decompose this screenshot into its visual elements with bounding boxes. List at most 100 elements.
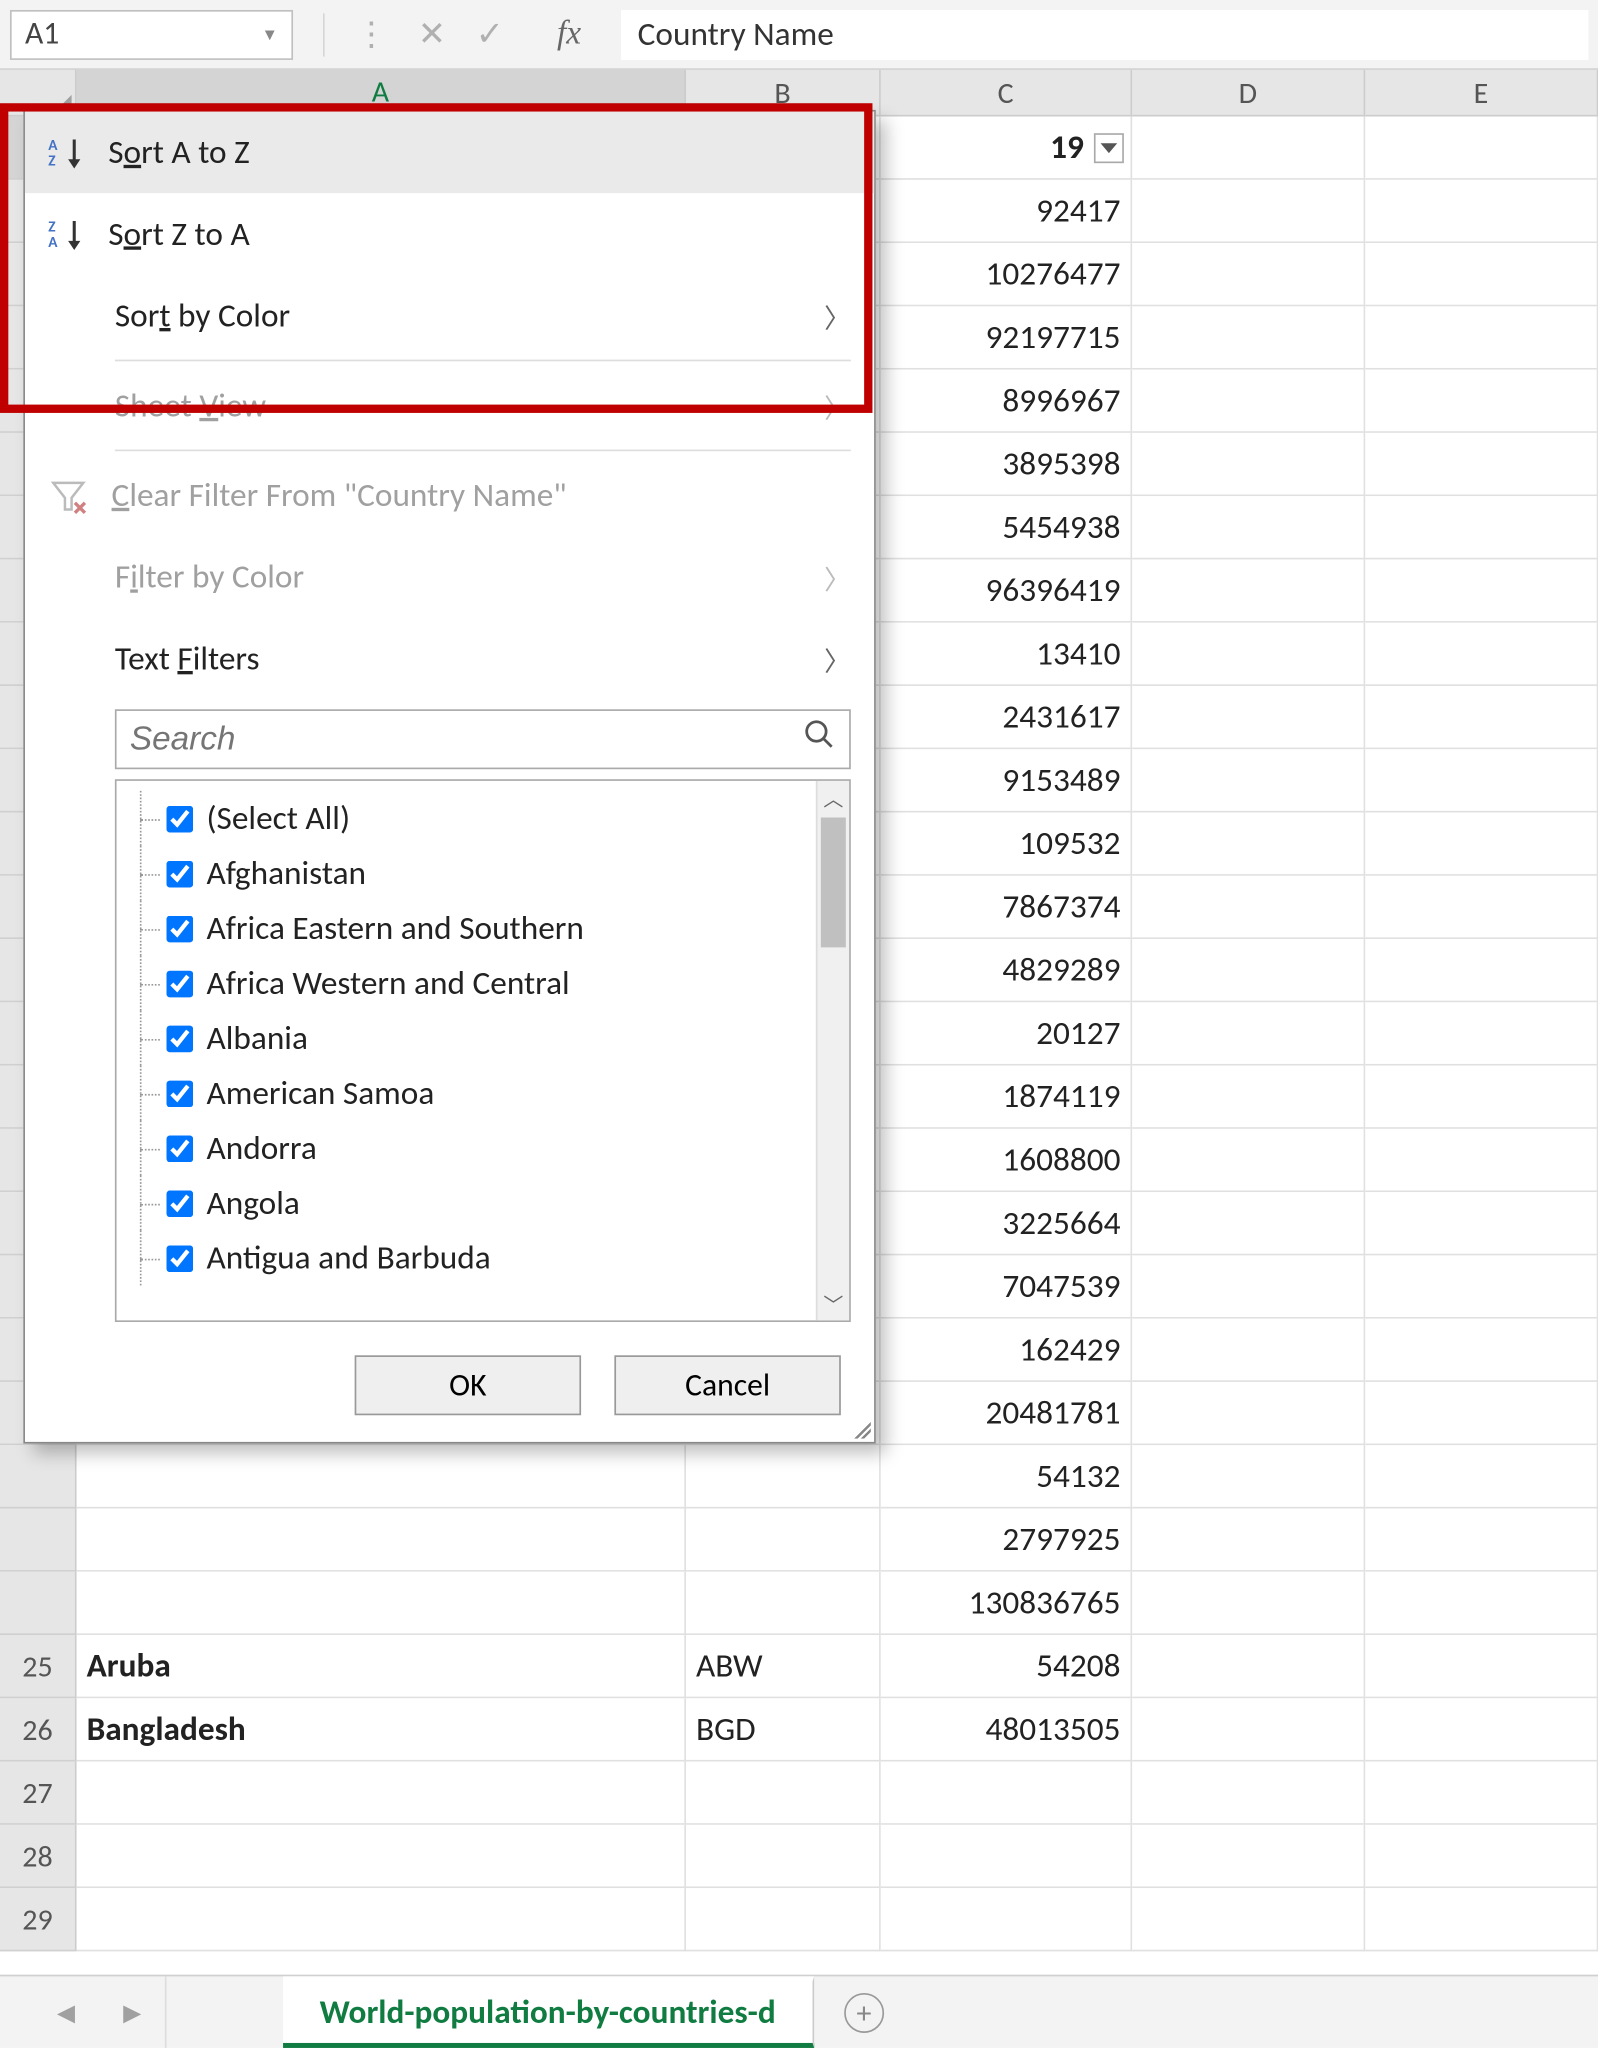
col-header-D[interactable]: D bbox=[1132, 70, 1365, 117]
filter-checkbox[interactable] bbox=[167, 1080, 194, 1107]
cancel-button[interactable]: Cancel bbox=[614, 1355, 840, 1415]
cell[interactable] bbox=[1365, 623, 1598, 686]
cell[interactable] bbox=[1132, 306, 1365, 369]
row-header[interactable] bbox=[0, 1572, 77, 1635]
cell[interactable] bbox=[1365, 1762, 1598, 1825]
cell-country[interactable]: Aruba bbox=[77, 1635, 686, 1698]
cell-country[interactable]: Bangladesh bbox=[77, 1698, 686, 1761]
sheet-nav-next-icon[interactable]: ► bbox=[117, 1994, 147, 2031]
cell[interactable] bbox=[1132, 749, 1365, 812]
cell[interactable] bbox=[1365, 813, 1598, 876]
cell[interactable] bbox=[1132, 686, 1365, 749]
filter-checkbox[interactable] bbox=[167, 805, 194, 832]
cell[interactable] bbox=[1365, 1635, 1598, 1698]
cell[interactable] bbox=[1132, 1572, 1365, 1635]
namebox-dropdown-icon[interactable]: ▼ bbox=[262, 23, 278, 45]
checklist-scrollbar[interactable]: ︿ ﹀ bbox=[816, 781, 849, 1320]
cell-value[interactable]: 48013505 bbox=[881, 1698, 1132, 1761]
cell-value[interactable]: 20127 bbox=[881, 1002, 1132, 1065]
cell[interactable] bbox=[686, 1445, 881, 1508]
cell[interactable] bbox=[1132, 813, 1365, 876]
cell-value[interactable]: 13410 bbox=[881, 623, 1132, 686]
text-filters[interactable]: Text Filters 〉 bbox=[25, 618, 874, 700]
row-header[interactable] bbox=[0, 1508, 77, 1571]
sort-z-to-a[interactable]: Z A Sort Z to A bbox=[25, 193, 874, 275]
sheet-nav-arrows[interactable]: ◄ ► bbox=[0, 1976, 167, 2048]
cell[interactable] bbox=[1132, 1255, 1365, 1318]
filter-checkbox[interactable] bbox=[167, 860, 194, 887]
row-header[interactable] bbox=[0, 1445, 77, 1508]
cell-value[interactable]: 7047539 bbox=[881, 1255, 1132, 1318]
sheet-tab-active[interactable]: World-population-by-countries-d bbox=[283, 1976, 814, 2048]
cell[interactable] bbox=[1132, 559, 1365, 622]
filter-check-item[interactable]: Africa Western and Central bbox=[133, 956, 832, 1011]
cell[interactable] bbox=[1132, 243, 1365, 306]
cell[interactable] bbox=[1132, 1002, 1365, 1065]
cell[interactable] bbox=[1365, 1192, 1598, 1255]
scroll-thumb[interactable] bbox=[821, 818, 846, 948]
cell[interactable] bbox=[1132, 623, 1365, 686]
cell[interactable] bbox=[1132, 1382, 1365, 1445]
scroll-up-icon[interactable]: ︿ bbox=[818, 781, 850, 814]
filter-dropdown-button-C[interactable] bbox=[1094, 132, 1124, 162]
cell-value[interactable] bbox=[881, 1888, 1132, 1951]
header-year[interactable]: 19 bbox=[881, 117, 1132, 180]
row-header[interactable]: 28 bbox=[0, 1825, 77, 1888]
cell-E1[interactable] bbox=[1365, 117, 1598, 180]
row-header[interactable]: 27 bbox=[0, 1762, 77, 1825]
cell-value[interactable]: 92197715 bbox=[881, 306, 1132, 369]
cell-code[interactable] bbox=[686, 1825, 881, 1888]
cell-code[interactable]: BGD bbox=[686, 1698, 881, 1761]
cell-country[interactable] bbox=[77, 1825, 686, 1888]
filter-check-item[interactable]: American Samoa bbox=[133, 1066, 832, 1121]
cell-value[interactable]: 3895398 bbox=[881, 433, 1132, 496]
cell-value[interactable]: 3225664 bbox=[881, 1192, 1132, 1255]
cell[interactable] bbox=[77, 1508, 686, 1571]
cell[interactable] bbox=[1365, 1382, 1598, 1445]
cell[interactable] bbox=[1365, 370, 1598, 433]
name-box[interactable]: A1 ▼ bbox=[10, 9, 293, 59]
cell[interactable] bbox=[1132, 1508, 1365, 1571]
filter-checkbox[interactable] bbox=[167, 1245, 194, 1272]
cell[interactable] bbox=[1132, 1635, 1365, 1698]
cell[interactable] bbox=[1132, 180, 1365, 243]
cell[interactable] bbox=[1132, 1762, 1365, 1825]
cell-value[interactable]: 5454938 bbox=[881, 496, 1132, 559]
sort-by-color[interactable]: Sort by Color 〉 bbox=[25, 275, 874, 357]
ok-button[interactable]: OK bbox=[355, 1355, 581, 1415]
cell-value[interactable]: 10276477 bbox=[881, 243, 1132, 306]
cell[interactable] bbox=[1132, 1129, 1365, 1192]
cell-value[interactable]: 9153489 bbox=[881, 749, 1132, 812]
cell-value[interactable]: 162429 bbox=[881, 1319, 1132, 1382]
cell[interactable] bbox=[1132, 1445, 1365, 1508]
cell[interactable] bbox=[1365, 1572, 1598, 1635]
cell[interactable] bbox=[1365, 1129, 1598, 1192]
cell-value[interactable]: 7867374 bbox=[881, 876, 1132, 939]
cell[interactable] bbox=[1365, 876, 1598, 939]
cell[interactable] bbox=[77, 1445, 686, 1508]
cell[interactable] bbox=[1365, 243, 1598, 306]
cell[interactable] bbox=[1365, 686, 1598, 749]
cell-value[interactable]: 96396419 bbox=[881, 559, 1132, 622]
filter-search[interactable] bbox=[115, 709, 851, 769]
cell[interactable] bbox=[1365, 939, 1598, 1002]
cell[interactable] bbox=[1365, 1888, 1598, 1951]
cell-value[interactable]: 2797925 bbox=[881, 1508, 1132, 1571]
col-header-E[interactable]: E bbox=[1365, 70, 1598, 117]
cell[interactable] bbox=[1365, 433, 1598, 496]
filter-check-item[interactable]: Angola bbox=[133, 1175, 832, 1230]
sort-a-to-z[interactable]: A Z Sort A to Z bbox=[25, 112, 874, 194]
formula-input[interactable]: Country Name bbox=[621, 9, 1588, 59]
cell[interactable] bbox=[1132, 876, 1365, 939]
cell[interactable] bbox=[1365, 496, 1598, 559]
cell-code[interactable]: ABW bbox=[686, 1635, 881, 1698]
filter-checkbox[interactable] bbox=[167, 1025, 194, 1052]
cell-value[interactable]: 109532 bbox=[881, 813, 1132, 876]
new-sheet-button[interactable]: + bbox=[814, 1976, 914, 2048]
cell[interactable] bbox=[1132, 370, 1365, 433]
cell[interactable] bbox=[1365, 306, 1598, 369]
cell[interactable] bbox=[1365, 1445, 1598, 1508]
cell[interactable] bbox=[1132, 1698, 1365, 1761]
cell[interactable] bbox=[1132, 1066, 1365, 1129]
scroll-down-icon[interactable]: ﹀ bbox=[818, 1287, 850, 1320]
